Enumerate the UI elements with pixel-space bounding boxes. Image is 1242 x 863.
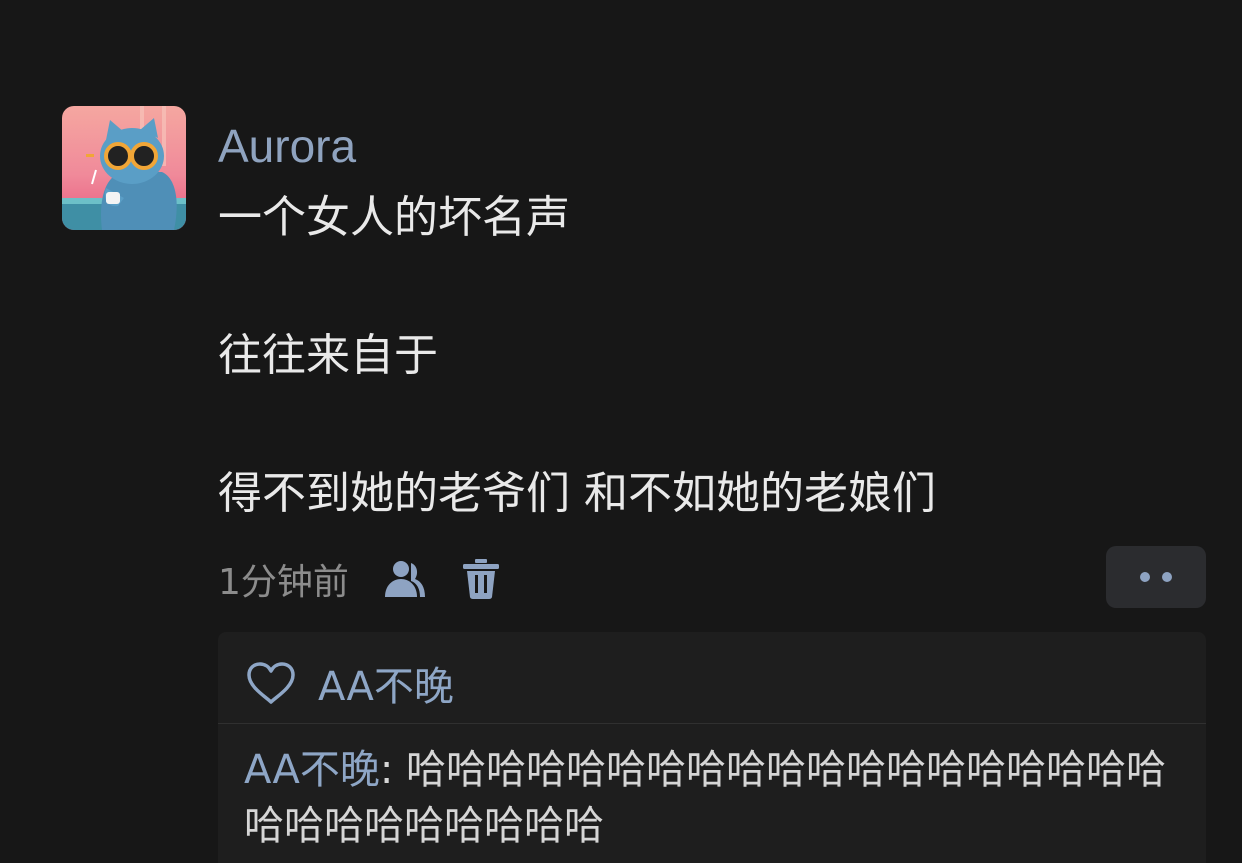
- post-text-line: 一个女人的坏名声: [218, 192, 570, 243]
- post-text-line: 往往来自于: [218, 330, 438, 381]
- cat-avatar-image: [62, 106, 186, 230]
- visibility-button[interactable]: [381, 555, 429, 603]
- heart-icon: [246, 661, 296, 705]
- username[interactable]: Aurora: [218, 118, 356, 174]
- liker-name[interactable]: AA不晚: [318, 654, 454, 712]
- comment-separator: :: [379, 747, 407, 793]
- avatar[interactable]: [62, 106, 186, 230]
- timestamp: 1分钟前: [218, 562, 349, 603]
- delete-button[interactable]: [457, 555, 505, 603]
- trash-icon: [462, 559, 499, 599]
- moment-post: Aurora 一个女人的坏名声 往往来自于 得不到她的老爷们 和不如她的老娘们 …: [0, 0, 1242, 863]
- comment-item[interactable]: AA不晚: 哈哈哈哈哈哈哈哈哈哈哈哈哈哈哈哈哈哈哈哈哈哈哈哈哈哈哈哈: [244, 742, 1194, 854]
- divider: [218, 723, 1206, 724]
- post-text-line: 得不到她的老爷们 和不如她的老娘们: [218, 468, 936, 519]
- person-icon: [384, 561, 425, 597]
- post-meta: 1分钟前: [218, 554, 533, 604]
- more-dots-icon: [1162, 572, 1172, 582]
- comment-author[interactable]: AA不晚: [244, 747, 380, 793]
- more-button[interactable]: [1106, 546, 1206, 608]
- likes-row: AA不晚: [246, 652, 454, 714]
- more-dots-icon: [1140, 572, 1150, 582]
- interaction-panel: AA不晚 AA不晚: 哈哈哈哈哈哈哈哈哈哈哈哈哈哈哈哈哈哈哈哈哈哈哈哈哈哈哈哈: [218, 632, 1206, 863]
